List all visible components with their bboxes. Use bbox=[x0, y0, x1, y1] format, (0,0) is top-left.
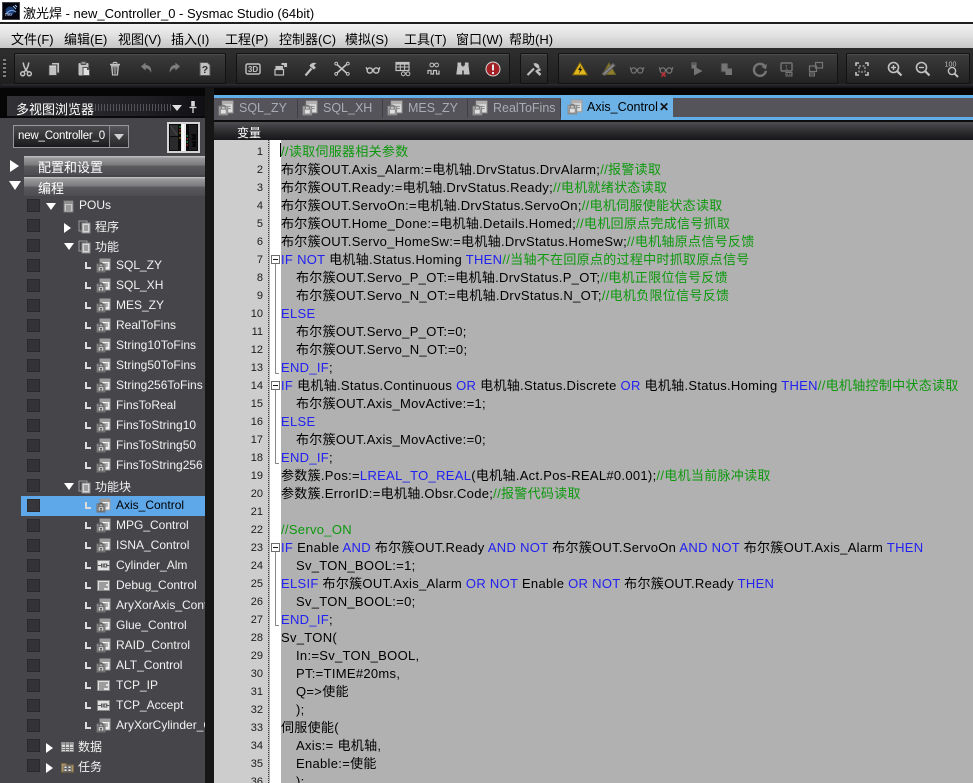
svg-text:?: ? bbox=[202, 64, 208, 76]
svg-text:3D: 3D bbox=[248, 65, 258, 74]
svg-text:mo: mo bbox=[5, 12, 12, 18]
